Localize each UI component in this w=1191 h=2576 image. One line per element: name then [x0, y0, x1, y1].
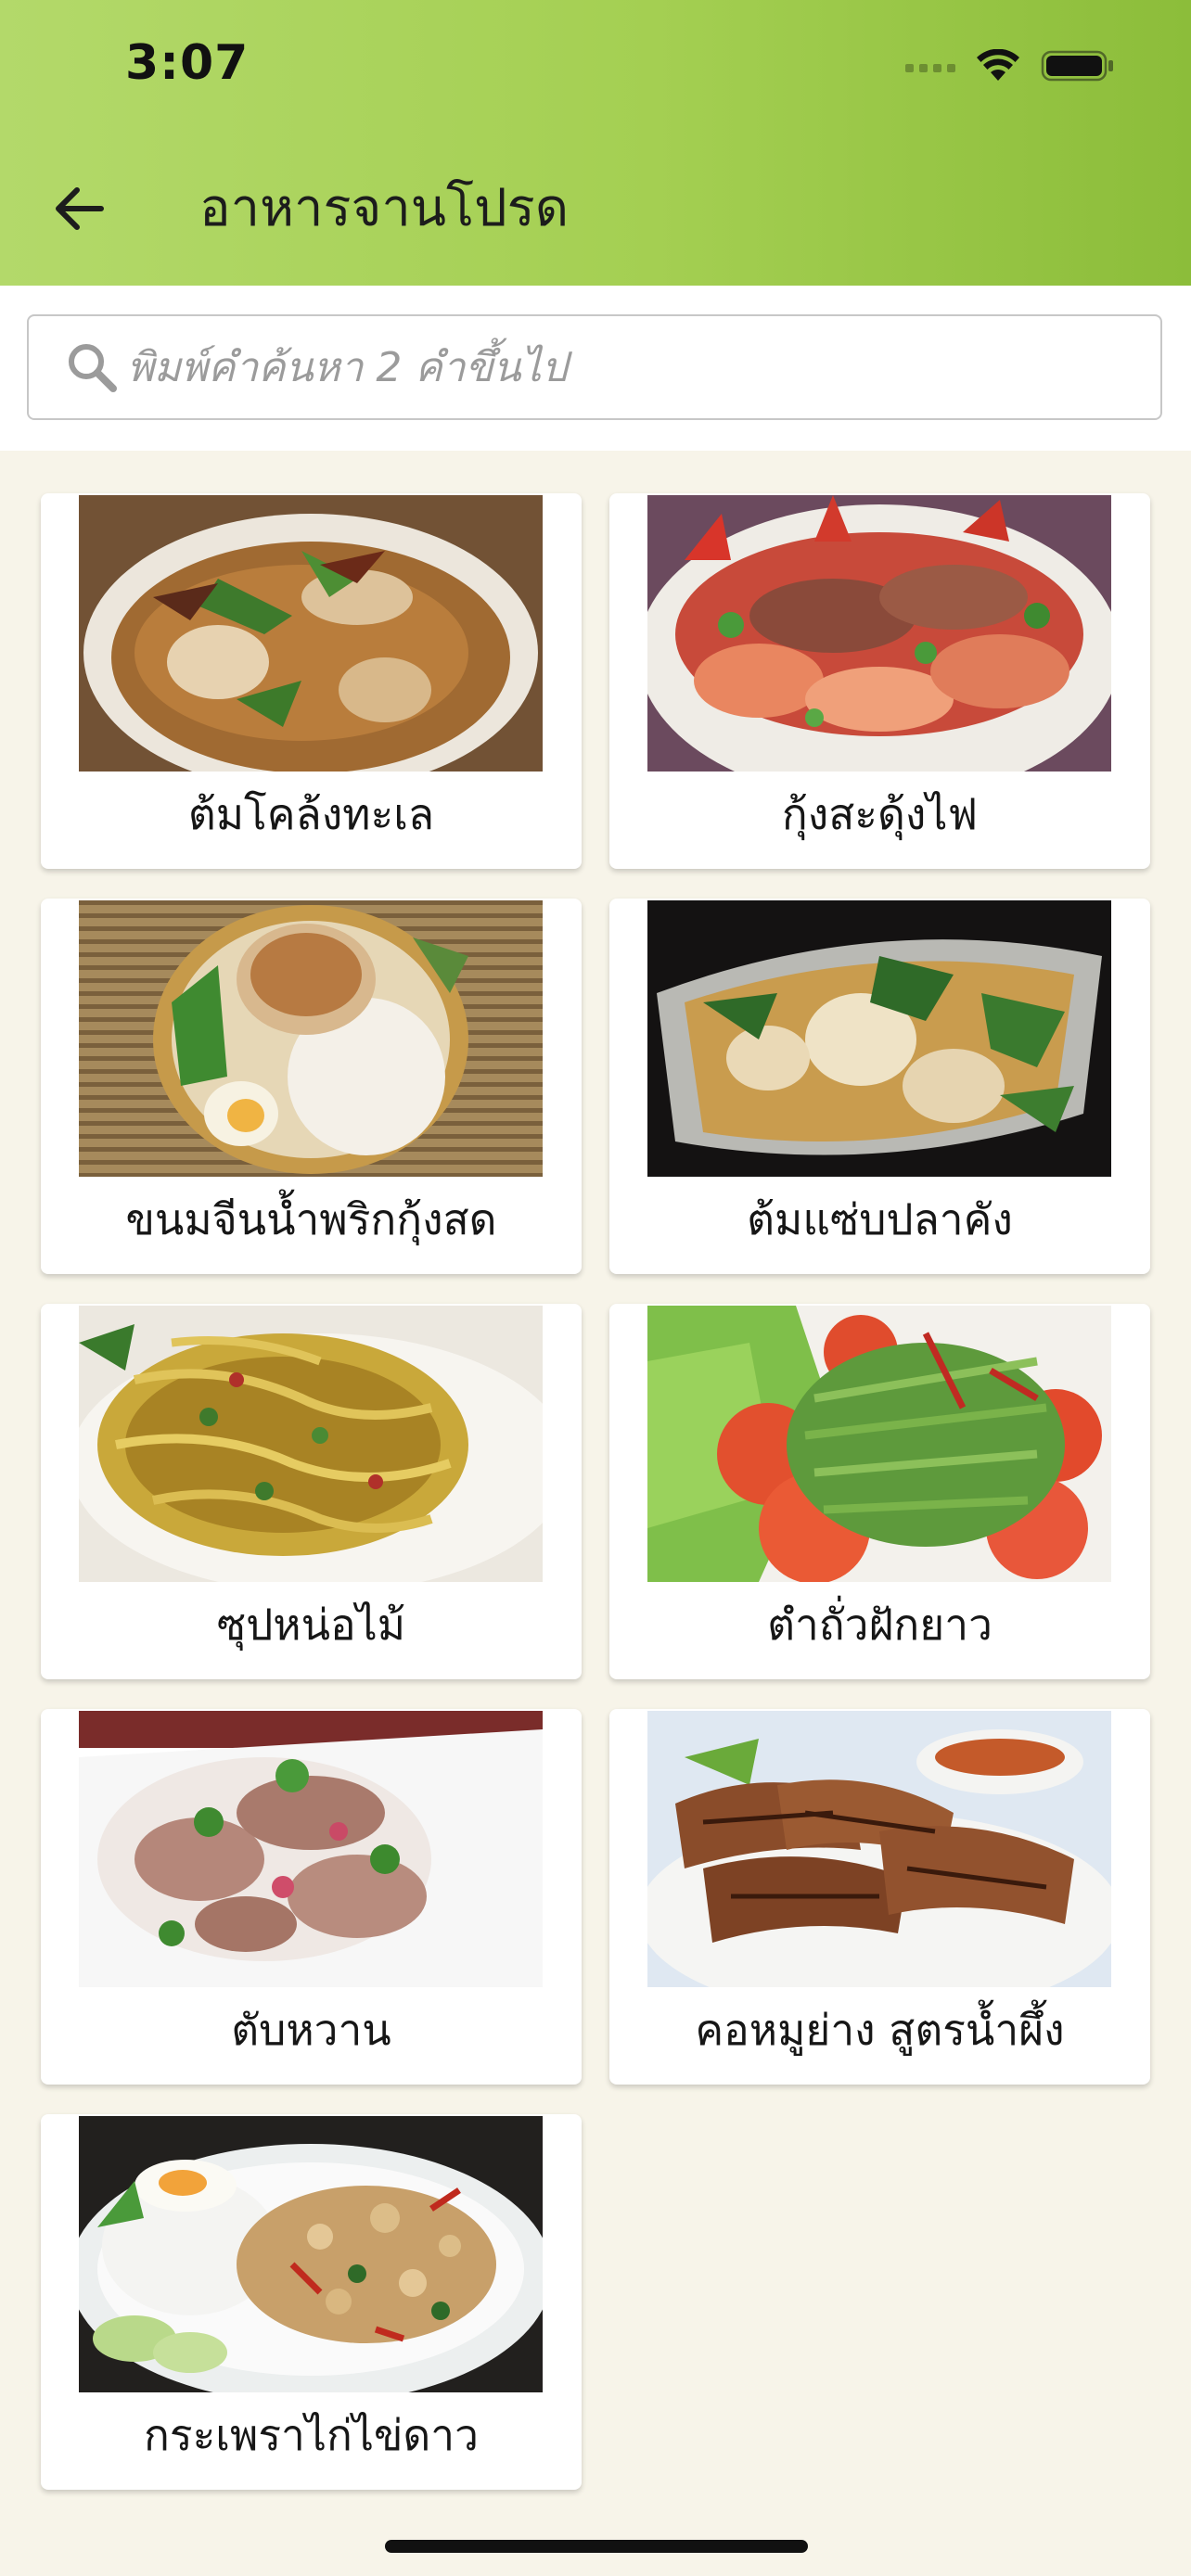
dish-card[interactable]: คอหมูย่าง สูตรน้ำผึ้ง	[609, 1709, 1150, 2085]
dish-image	[79, 1306, 543, 1582]
search-section	[0, 286, 1191, 451]
dish-name: คอหมูย่าง สูตรน้ำผึ้ง	[695, 2005, 1065, 2055]
app-header: 3:07 อาหารจานโปรด	[0, 0, 1191, 286]
dish-card[interactable]: ขนมจีนน้ำพริกกุ้งสด	[41, 899, 582, 1274]
search-input[interactable]	[125, 329, 1131, 405]
signal-icon	[905, 63, 955, 72]
dish-image	[79, 495, 543, 772]
dish-image	[79, 2116, 543, 2392]
dish-card[interactable]: ต้มโคล้งทะเล	[41, 493, 582, 869]
battery-icon	[1041, 49, 1115, 86]
dish-image	[647, 900, 1111, 1177]
status-time: 3:07	[125, 35, 250, 91]
dish-name: ขนมจีนน้ำพริกกุ้งสด	[125, 1194, 497, 1244]
dish-name: ตับหวาน	[231, 2005, 391, 2055]
dish-card[interactable]: ซุปหน่อไม้	[41, 1304, 582, 1679]
status-indicators	[905, 45, 1115, 91]
dish-card[interactable]: ต้มแซ่บปลาคัง	[609, 899, 1150, 1274]
dish-name: ต้มแซ่บปลาคัง	[747, 1194, 1013, 1244]
dish-grid: ต้มโคล้งทะเล กุ้งสะดุ้งไฟ ขนมจีนน้ำพริกก…	[41, 493, 1150, 2490]
back-button[interactable]	[46, 176, 111, 241]
dish-card[interactable]: กระเพราไก่ไข่ดาว	[41, 2114, 582, 2490]
dish-image	[647, 1306, 1111, 1582]
arrow-left-icon	[56, 187, 104, 230]
search-box[interactable]	[27, 314, 1162, 420]
dish-card[interactable]: ตับหวาน	[41, 1709, 582, 2085]
dish-name: กุ้งสะดุ้งไฟ	[781, 789, 979, 839]
wifi-icon	[976, 48, 1020, 86]
dish-name: ต้มโคล้งทะเล	[187, 789, 435, 839]
dish-name: ตำถั่วฝักยาว	[767, 1600, 992, 1650]
home-indicator[interactable]	[385, 2540, 808, 2553]
dish-image	[79, 1711, 543, 1987]
dish-image	[79, 900, 543, 1177]
page-title: อาหารจานโปรด	[199, 178, 570, 238]
dish-image	[647, 495, 1111, 772]
dish-card[interactable]: กุ้งสะดุ้งไฟ	[609, 493, 1150, 869]
dish-image	[647, 1711, 1111, 1987]
dish-name: ซุปหน่อไม้	[216, 1600, 406, 1650]
dish-name: กระเพราไก่ไข่ดาว	[144, 2410, 479, 2460]
search-icon	[64, 339, 120, 395]
dish-card[interactable]: ตำถั่วฝักยาว	[609, 1304, 1150, 1679]
